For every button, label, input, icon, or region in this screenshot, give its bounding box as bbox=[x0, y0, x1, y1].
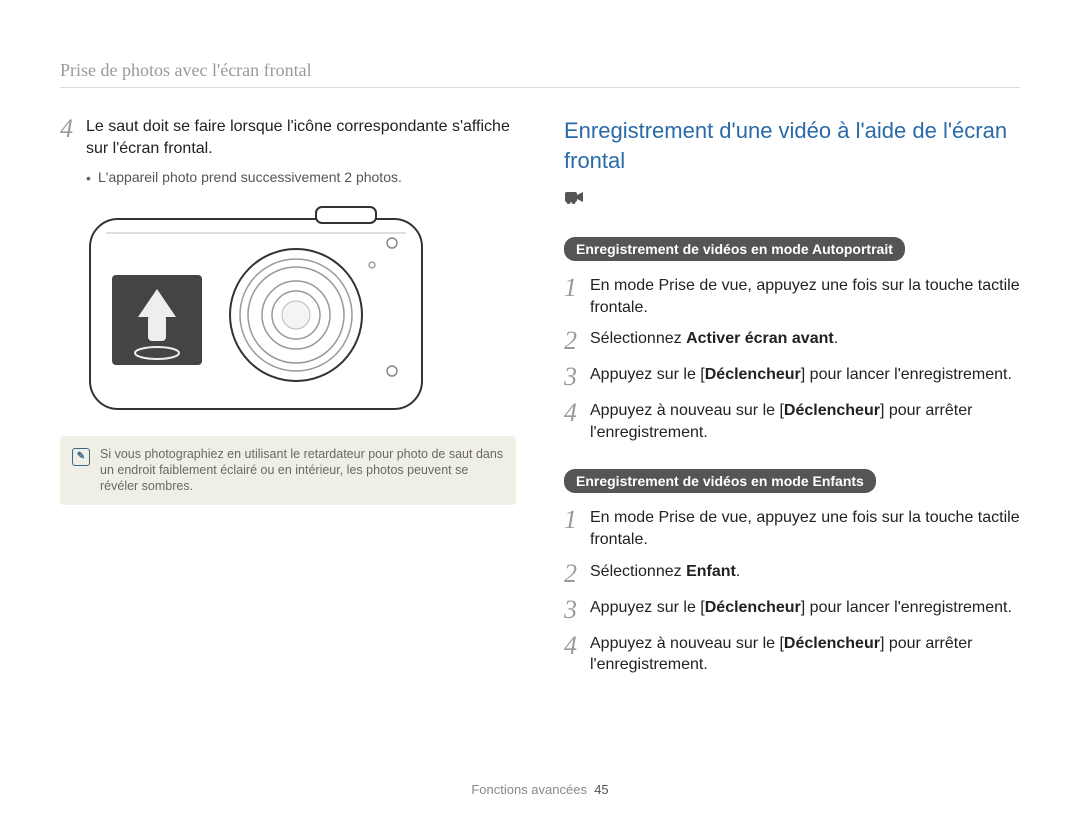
section-title: Prise de photos avec l'écran frontal bbox=[60, 60, 1020, 81]
step-number: 2 bbox=[564, 328, 590, 354]
groupA-step3: 3 Appuyez sur le [Déclencheur] pour lanc… bbox=[564, 364, 1020, 390]
pill-enfants: Enregistrement de vidéos en mode Enfants bbox=[564, 469, 876, 493]
groupB-step1: 1 En mode Prise de vue, appuyez une fois… bbox=[564, 507, 1020, 550]
step-text: Appuyez sur le [Déclencheur] pour lancer… bbox=[590, 597, 1012, 619]
step-number: 4 bbox=[564, 633, 590, 659]
groupB-step3: 3 Appuyez sur le [Déclencheur] pour lanc… bbox=[564, 597, 1020, 623]
step-text: Appuyez à nouveau sur le [Déclencheur] p… bbox=[590, 400, 1020, 443]
video-icon bbox=[564, 183, 584, 213]
step-number: 3 bbox=[564, 364, 590, 390]
page-number: 45 bbox=[594, 782, 608, 797]
note-box: ✎ Si vous photographiez en utilisant le … bbox=[60, 436, 516, 505]
groupB-step2: 2 Sélectionnez Enfant. bbox=[564, 561, 1020, 587]
step-text: En mode Prise de vue, appuyez une fois s… bbox=[590, 275, 1020, 318]
groupB-step4: 4 Appuyez à nouveau sur le [Déclencheur]… bbox=[564, 633, 1020, 676]
page: Prise de photos avec l'écran frontal 4 L… bbox=[0, 0, 1080, 815]
groupA-step4: 4 Appuyez à nouveau sur le [Déclencheur]… bbox=[564, 400, 1020, 443]
step-text: Sélectionnez Activer écran avant. bbox=[590, 328, 838, 350]
step-number: 1 bbox=[564, 275, 590, 301]
divider bbox=[60, 87, 1020, 88]
note-icon: ✎ bbox=[72, 448, 90, 466]
step-number: 3 bbox=[564, 597, 590, 623]
left-column: 4 Le saut doit se faire lorsque l'icône … bbox=[60, 116, 516, 686]
bullet-dot: • bbox=[86, 169, 92, 189]
columns: 4 Le saut doit se faire lorsque l'icône … bbox=[60, 116, 1020, 686]
step-number: 4 bbox=[60, 116, 86, 142]
right-heading: Enregistrement d'une vidéo à l'aide de l… bbox=[564, 116, 1020, 213]
groupA-step1: 1 En mode Prise de vue, appuyez une fois… bbox=[564, 275, 1020, 318]
bullet-row: • L'appareil photo prend successivement … bbox=[86, 169, 516, 189]
step-number: 1 bbox=[564, 507, 590, 533]
bullet-text: L'appareil photo prend successivement 2 … bbox=[98, 169, 402, 185]
step-text: Appuyez à nouveau sur le [Déclencheur] p… bbox=[590, 633, 1020, 676]
right-heading-text: Enregistrement d'une vidéo à l'aide de l… bbox=[564, 116, 1020, 175]
step-text: Le saut doit se faire lorsque l'icône co… bbox=[86, 116, 516, 159]
pill-autoportrait: Enregistrement de vidéos en mode Autopor… bbox=[564, 237, 905, 261]
step-number: 2 bbox=[564, 561, 590, 587]
left-step-4: 4 Le saut doit se faire lorsque l'icône … bbox=[60, 116, 516, 159]
step-text: Appuyez sur le [Déclencheur] pour lancer… bbox=[590, 364, 1012, 386]
groupA-step2: 2 Sélectionnez Activer écran avant. bbox=[564, 328, 1020, 354]
note-text: Si vous photographiez en utilisant le re… bbox=[100, 446, 504, 495]
step-text: En mode Prise de vue, appuyez une fois s… bbox=[590, 507, 1020, 550]
camera-illustration bbox=[86, 205, 516, 420]
step-number: 4 bbox=[564, 400, 590, 426]
right-column: Enregistrement d'une vidéo à l'aide de l… bbox=[564, 116, 1020, 686]
footer-label: Fonctions avancées bbox=[471, 782, 587, 797]
page-footer: Fonctions avancées 45 bbox=[0, 782, 1080, 797]
step-text: Sélectionnez Enfant. bbox=[590, 561, 740, 583]
